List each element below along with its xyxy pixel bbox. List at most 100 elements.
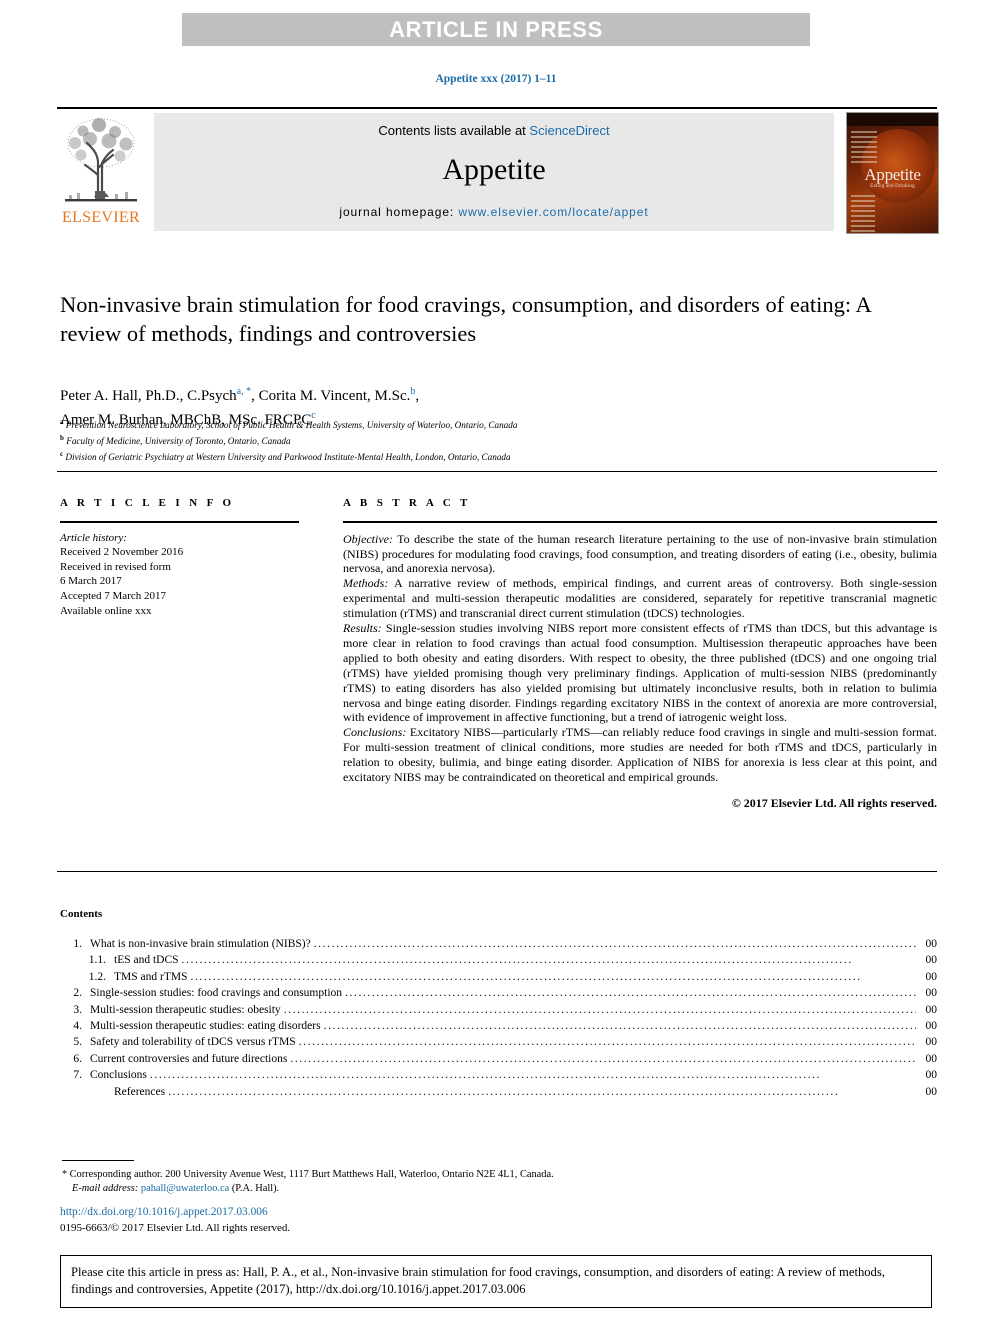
cover-journal-title: Appetite bbox=[864, 165, 921, 184]
toc-entry[interactable]: 3. Multi-session therapeutic studies: ob… bbox=[60, 1004, 937, 1020]
abstract-conclusions-label: Conclusions: bbox=[343, 725, 407, 740]
toc-label: Conclusions bbox=[90, 1069, 147, 1082]
toc-dot-leader: ........................................… bbox=[190, 970, 862, 983]
toc-label: Safety and tolerability of tDCS versus r… bbox=[90, 1036, 296, 1049]
toc-page-number: 00 bbox=[925, 1003, 938, 1016]
article-in-press-banner: ARTICLE IN PRESS bbox=[182, 13, 810, 46]
abstract-results-text: Single-session studies involving NIBS re… bbox=[343, 621, 937, 725]
toc-number: 5. bbox=[73, 1036, 82, 1049]
affiliation-mark: b bbox=[60, 433, 64, 442]
article-history-label: Article history: bbox=[60, 531, 127, 544]
email-attribution: (P.A. Hall). bbox=[229, 1183, 280, 1195]
abstract-body: Objective: To describe the state of the … bbox=[343, 532, 937, 811]
article-history-line: 6 March 2017 bbox=[60, 575, 122, 588]
toc-entry[interactable]: 2. Single-session studies: food cravings… bbox=[60, 987, 937, 1003]
info-band-top-rule bbox=[57, 471, 937, 472]
journal-cover-thumbnail: Appetite Eating and Drinking bbox=[846, 112, 939, 234]
toc-dot-leader: ........................................… bbox=[290, 1052, 916, 1065]
affiliation-item: b Faculty of Medicine, University of Tor… bbox=[60, 432, 920, 448]
article-history-line: Received in revised form bbox=[60, 560, 171, 573]
toc-label: Single-session studies: food cravings an… bbox=[90, 987, 343, 1000]
corresponding-author-note: * Corresponding author. 200 University A… bbox=[62, 1168, 762, 1197]
abstract-paragraph-objective: Objective: To describe the state of the … bbox=[343, 532, 937, 577]
contents-available-line: Contents lists available at ScienceDirec… bbox=[154, 123, 834, 138]
author-vincent: , Corita M. Vincent, M.Sc. bbox=[251, 388, 411, 404]
page-title: Non-invasive brain stimulation for food … bbox=[60, 292, 871, 346]
journal-masthead: ELSEVIER Contents lists available at Sci… bbox=[57, 107, 939, 235]
email-link[interactable]: pahall@uwaterloo.ca bbox=[141, 1183, 229, 1194]
toc-number: 2. bbox=[73, 987, 82, 1000]
doi-link[interactable]: http://dx.doi.org/10.1016/j.appet.2017.0… bbox=[60, 1206, 268, 1218]
affiliation-mark: a bbox=[60, 418, 64, 426]
toc-dot-leader: ........................................… bbox=[168, 1085, 840, 1098]
toc-page-number: 00 bbox=[925, 1069, 938, 1082]
toc-label: Current controversies and future directi… bbox=[90, 1052, 288, 1065]
cover-top-bar bbox=[847, 113, 938, 126]
affiliation-mark: c bbox=[60, 449, 64, 458]
toc-entry[interactable]: 4. Multi-session therapeutic studies: ea… bbox=[60, 1020, 937, 1036]
cover-side-text-lines bbox=[851, 131, 877, 166]
toc-label: TMS and rTMS bbox=[114, 970, 188, 983]
toc-label: What is non-invasive brain stimulation (… bbox=[90, 938, 311, 950]
toc-entry[interactable]: 1.1. tES and tDCS ......................… bbox=[60, 954, 937, 970]
toc-page-number: 00 bbox=[925, 938, 938, 950]
abstract-results-label: Results: bbox=[343, 621, 382, 636]
journal-homepage-line: journal homepage: www.elsevier.com/locat… bbox=[154, 205, 834, 219]
toc-number: 6. bbox=[73, 1052, 82, 1065]
sciencedirect-link[interactable]: ScienceDirect bbox=[529, 123, 609, 138]
toc-dot-leader: ........................................… bbox=[298, 1036, 916, 1049]
author-line-1-comma: , bbox=[415, 388, 420, 404]
toc-page-number: 00 bbox=[925, 954, 938, 967]
toc-dot-leader: ........................................… bbox=[313, 938, 916, 950]
corresponding-author-line: * Corresponding author. 200 University A… bbox=[62, 1168, 762, 1182]
author-hall-affiliation-mark[interactable]: a, * bbox=[237, 386, 251, 397]
cover-lower-text-lines bbox=[851, 195, 875, 233]
toc-page-number: 00 bbox=[925, 1052, 938, 1065]
email-label: E-mail address: bbox=[72, 1183, 139, 1195]
journal-homepage-link[interactable]: www.elsevier.com/locate/appet bbox=[458, 205, 648, 219]
toc-dot-leader: ........................................… bbox=[181, 954, 853, 967]
abstract-rule bbox=[343, 521, 937, 523]
toc-number: 7. bbox=[73, 1069, 82, 1082]
abstract-paragraph-conclusions: Conclusions: Excitatory NIBS—particularl… bbox=[343, 725, 937, 785]
toc-entry[interactable]: 1. What is non-invasive brain stimulatio… bbox=[60, 938, 937, 954]
toc-number: 1.1. bbox=[88, 954, 106, 967]
affiliation-text: Division of Geriatric Psychiatry at West… bbox=[65, 451, 511, 462]
toc-entry[interactable]: 7. Conclusions .........................… bbox=[60, 1069, 937, 1085]
journal-homepage-label: journal homepage: bbox=[339, 205, 459, 219]
abstract-heading: A B S T R A C T bbox=[343, 497, 471, 509]
masthead-banner: Contents lists available at ScienceDirec… bbox=[154, 113, 834, 231]
toc-page-number: 00 bbox=[925, 970, 938, 983]
toc-number: 3. bbox=[73, 1003, 82, 1016]
article-info-rule bbox=[60, 521, 299, 523]
toc-entry[interactable]: 1.2. TMS and rTMS ......................… bbox=[60, 971, 937, 987]
corresponding-author-text: Corresponding author. 200 University Ave… bbox=[67, 1169, 554, 1180]
masthead-top-rule bbox=[57, 107, 937, 109]
abstract-objective-text: To describe the state of the human resea… bbox=[343, 531, 937, 576]
abstract-objective-label: Objective: bbox=[343, 531, 393, 546]
elsevier-wordmark: ELSEVIER bbox=[62, 209, 140, 226]
toc-dot-leader: ........................................… bbox=[323, 1019, 916, 1032]
affiliation-list: a Prevention Neuroscience Laboratory, Sc… bbox=[60, 416, 920, 464]
cite-this-article-box: Please cite this article in press as: Ha… bbox=[60, 1255, 932, 1308]
cite-this-article-text: Please cite this article in press as: Ha… bbox=[71, 1265, 885, 1296]
affiliation-text: Prevention Neuroscience Laboratory, Scho… bbox=[65, 420, 518, 431]
toc-page-number: 00 bbox=[925, 987, 938, 1000]
abstract-conclusions-text: Excitatory NIBS—particularly rTMS—can re… bbox=[343, 725, 937, 785]
article-history-line: Accepted 7 March 2017 bbox=[60, 589, 166, 602]
toc-entry[interactable]: References .............................… bbox=[60, 1086, 937, 1102]
toc-number: 1.2. bbox=[88, 970, 106, 983]
toc-page-number: 00 bbox=[925, 1036, 938, 1049]
abstract-methods-text: A narrative review of methods, empirical… bbox=[343, 576, 937, 621]
toc-entry[interactable]: 6. Current controversies and future dire… bbox=[60, 1053, 937, 1069]
toc-entry[interactable]: 5. Safety and tolerability of tDCS versu… bbox=[60, 1036, 937, 1052]
journal-title: Appetite bbox=[442, 153, 546, 186]
article-info-heading: A R T I C L E I N F O bbox=[60, 497, 235, 509]
author-hall: Peter A. Hall, Ph.D., C.Psych bbox=[60, 388, 237, 404]
affiliation-text: Faculty of Medicine, University of Toron… bbox=[66, 435, 291, 446]
article-info-section: A R T I C L E I N F O Article history: R… bbox=[60, 497, 305, 618]
table-of-contents: 1. What is non-invasive brain stimulatio… bbox=[60, 938, 937, 1102]
toc-label: References bbox=[114, 1085, 166, 1098]
affiliation-item: a Prevention Neuroscience Laboratory, Sc… bbox=[60, 416, 920, 432]
footnote-rule bbox=[62, 1160, 134, 1161]
